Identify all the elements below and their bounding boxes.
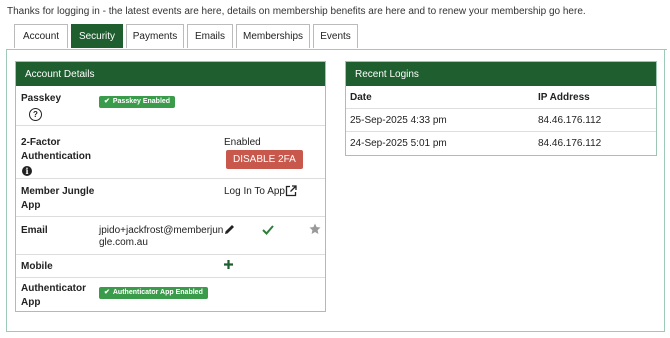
tab-memberships[interactable]: Memberships (236, 24, 310, 48)
mobile-label: Mobile (21, 261, 53, 272)
recent-logins-title: Recent Logins (346, 62, 656, 86)
disable-2fa-button[interactable]: DISABLE 2FA (226, 150, 303, 169)
tab-security[interactable]: Security (71, 24, 123, 48)
primary-star-icon[interactable] (309, 223, 321, 235)
tab-account[interactable]: Account (14, 24, 68, 48)
email-value-line2: gle.com.au (99, 237, 148, 248)
recent-logins-table: Date IP Address 25-Sep-2025 4:33 pm 84.4… (346, 86, 656, 154)
tab-emails[interactable]: Emails (187, 24, 233, 48)
help-icon[interactable]: ? (29, 108, 42, 121)
two-factor-status: Enabled (224, 137, 261, 148)
check-icon: ✔ (104, 98, 110, 105)
member-jungle-row: Member Jungle App Log In To App (16, 178, 325, 216)
login-date: 24-Sep-2025 5:01 pm (350, 137, 447, 149)
authenticator-enabled-badge: ✔ Authenticator App Enabled (99, 287, 208, 299)
table-header-row: Date IP Address (346, 86, 656, 109)
email-label: Email (21, 225, 48, 236)
table-row: 25-Sep-2025 4:33 pm 84.46.176.112 (346, 108, 656, 132)
tab-bar: Account Security Payments Emails Members… (14, 24, 361, 49)
check-icon: ✔ (104, 289, 110, 296)
email-row: Email jpido+jackfrost@memberjun gle.com.… (16, 216, 325, 254)
external-link-icon[interactable] (285, 185, 297, 197)
authenticator-label-line2: App (21, 297, 41, 308)
tab-events[interactable]: Events (313, 24, 358, 48)
authenticator-label-line1: Authenticator (21, 283, 86, 294)
verify-check-icon[interactable] (262, 224, 274, 235)
two-factor-label-line1: 2-Factor (21, 137, 61, 148)
authenticator-row: Authenticator App ✔ Authenticator App Ena… (16, 277, 325, 311)
edit-pencil-icon[interactable] (224, 224, 235, 235)
account-details-panel: Account Details Passkey ✔ Passkey Enabled… (15, 61, 326, 312)
login-ip: 84.46.176.112 (534, 108, 656, 132)
member-jungle-label-line2: App (21, 200, 41, 211)
passkey-label: Passkey (21, 93, 62, 104)
info-icon[interactable]: i (22, 166, 32, 176)
recent-logins-panel: Recent Logins Date IP Address 25-Sep-202… (345, 61, 657, 156)
column-header-ip: IP Address (534, 86, 656, 109)
two-factor-label-line2: Authentication (21, 151, 91, 162)
login-ip: 84.46.176.112 (538, 137, 602, 149)
tab-payments[interactable]: Payments (126, 24, 184, 48)
two-factor-row: 2-Factor Authentication i Enabled DISABL… (16, 125, 325, 178)
passkey-enabled-badge: ✔ Passkey Enabled (99, 96, 176, 108)
log-in-to-app-link[interactable]: Log In To App (224, 185, 285, 198)
intro-text: Thanks for logging in - the latest event… (7, 6, 586, 17)
passkey-row: Passkey ✔ Passkey Enabled ? (16, 86, 325, 125)
table-row: 24-Sep-2025 5:01 pm 84.46.176.112 (346, 132, 656, 155)
column-header-date: Date (346, 86, 534, 109)
add-mobile-plus-icon[interactable] (223, 259, 234, 270)
mobile-row: Mobile (16, 254, 325, 277)
account-details-title: Account Details (16, 62, 325, 86)
login-date: 25-Sep-2025 4:33 pm (346, 108, 534, 132)
member-jungle-label-line1: Member Jungle (21, 186, 95, 197)
